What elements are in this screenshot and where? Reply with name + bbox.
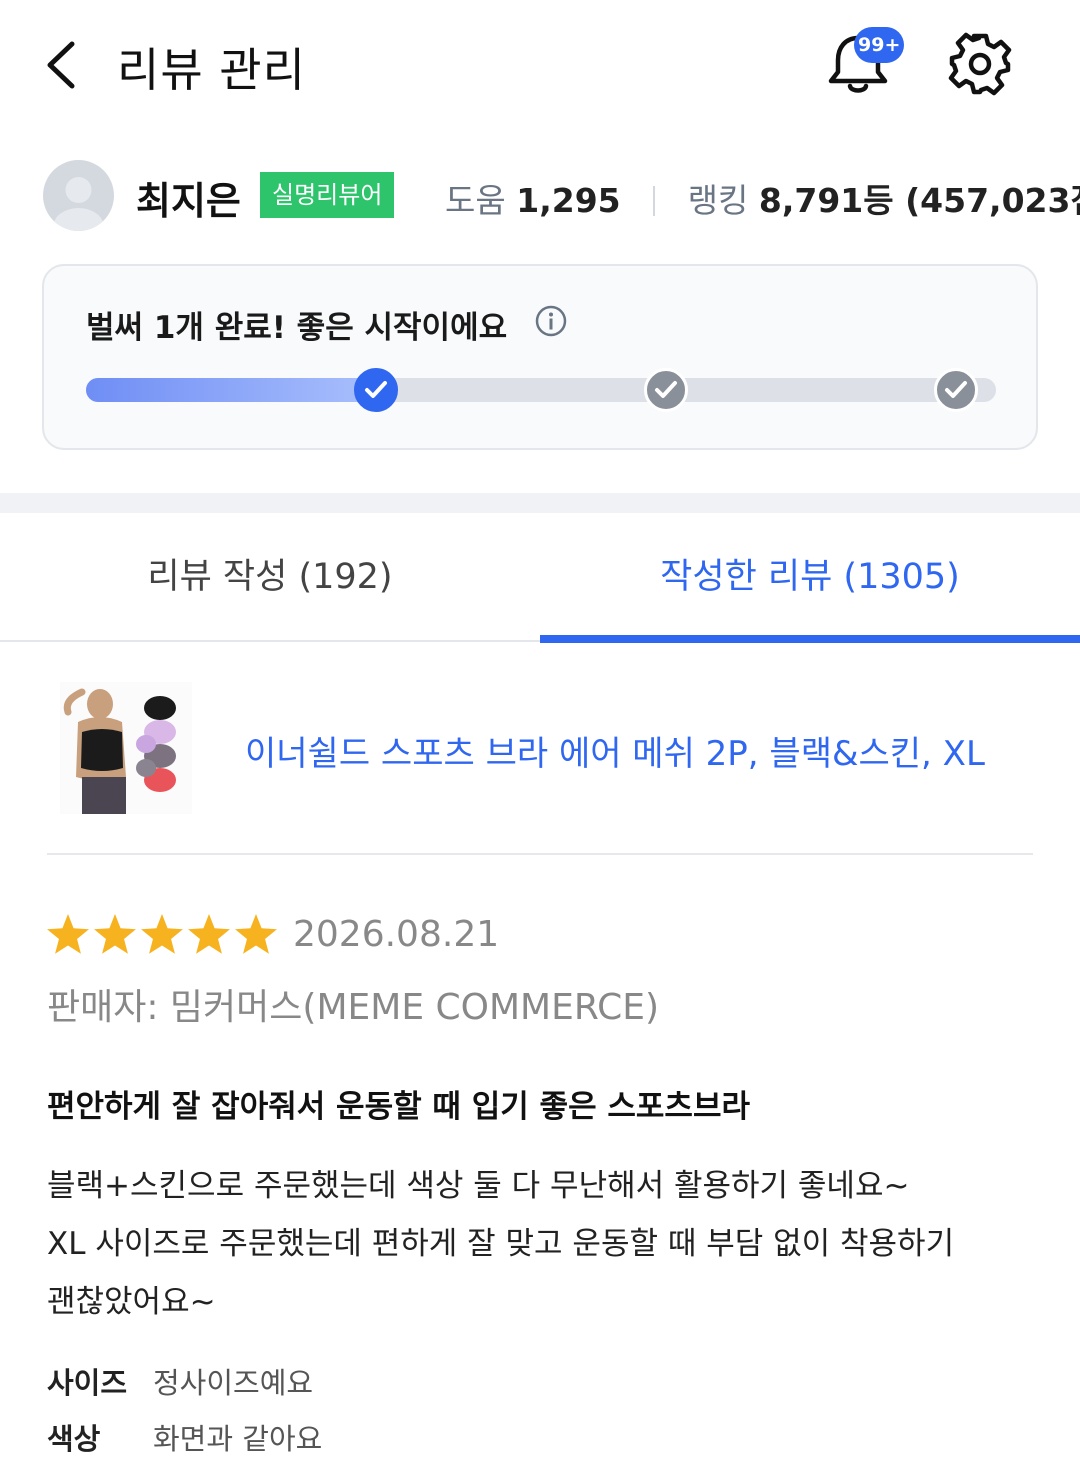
review-date: 2026.08.21 xyxy=(293,914,500,955)
review-product[interactable]: 이너쉴드 스포츠 브라 에어 메쉬 2P, 블랙&스킨, XL xyxy=(0,670,1080,855)
ranking-value: 8,791등 (457,023점) xyxy=(758,181,1080,220)
attribute-key: 사이즈 xyxy=(47,1366,128,1400)
product-image[interactable] xyxy=(60,682,192,814)
progress-fill xyxy=(86,378,376,402)
progress-step-1 xyxy=(354,368,398,412)
help-label: 도움 xyxy=(445,181,506,220)
review-tabs: 리뷰 작성 (192) 작성한 리뷰 (1305) xyxy=(0,513,1080,643)
review-headline: 편안하게 잘 잡아줘서 운동할 때 입기 좋은 스포츠브라 xyxy=(47,1089,750,1125)
star-rating xyxy=(47,914,277,954)
attribute-color: 색상 화면과 같아요 xyxy=(47,1416,322,1457)
help-count: 1,295 xyxy=(516,181,621,220)
user-silhouette-icon xyxy=(53,177,104,231)
star-icon xyxy=(47,914,89,954)
section-divider xyxy=(0,493,1080,513)
user-stats: 도움 1,295 랭킹 8,791등 (457,023점) xyxy=(445,174,1080,222)
app-header: 리뷰 관리 99+ xyxy=(0,0,1080,130)
check-icon xyxy=(655,381,677,398)
attribute-size: 사이즈 정사이즈예요 xyxy=(47,1360,313,1402)
page-title: 리뷰 관리 xyxy=(117,43,306,97)
progress-message: 벌써 1개 완료! 좋은 시작이에요 xyxy=(86,310,508,346)
avatar[interactable] xyxy=(43,160,114,231)
product-name-link[interactable]: 이너쉴드 스포츠 브라 에어 메쉬 2P, 블랙&스킨, XL xyxy=(245,726,985,775)
progress-step-3 xyxy=(934,368,978,412)
seller-name: 판매자: 밈커머스(MEME COMMERCE) xyxy=(47,987,660,1028)
review-body-line: 괜찮았어요~ xyxy=(47,1284,216,1320)
attribute-value: 화면과 같아요 xyxy=(153,1422,323,1456)
tab-written-reviews[interactable]: 작성한 리뷰 (1305) xyxy=(540,513,1080,643)
back-arrow-icon xyxy=(47,41,75,89)
user-name: 최지은 xyxy=(136,179,241,223)
settings-button[interactable] xyxy=(944,28,1016,100)
info-icon[interactable] xyxy=(534,304,568,338)
notification-badge: 99+ xyxy=(854,27,905,63)
review-progress-card: 벌써 1개 완료! 좋은 시작이에요 xyxy=(42,264,1038,450)
product-divider xyxy=(47,853,1033,855)
profile-summary: 최지은 실명리뷰어 도움 1,295 랭킹 8,791등 (457,023점) xyxy=(0,150,1080,240)
verified-reviewer-badge: 실명리뷰어 xyxy=(260,172,395,218)
gear-icon xyxy=(948,32,1012,96)
check-icon xyxy=(945,381,967,398)
review-body-line: 블랙+스킨으로 주문했는데 색상 둘 다 무난해서 활용하기 좋네요~ xyxy=(47,1168,910,1204)
attribute-key: 색상 xyxy=(47,1422,101,1456)
review-body-line: XL 사이즈로 주문했는데 편하게 잘 맞고 운동할 때 부담 없이 착용하기 xyxy=(47,1226,955,1262)
star-icon xyxy=(235,914,277,954)
stats-divider xyxy=(653,186,656,216)
progress-track xyxy=(86,368,996,412)
review-body: 블랙+스킨으로 주문했는데 색상 둘 다 무난해서 활용하기 좋네요~ XL 사… xyxy=(47,1157,1037,1331)
tab-write-review[interactable]: 리뷰 작성 (192) xyxy=(0,513,540,640)
ranking-label: 랭킹 xyxy=(687,181,749,220)
star-icon xyxy=(141,914,183,954)
star-icon xyxy=(94,914,136,954)
check-icon xyxy=(365,381,387,398)
attribute-value: 정사이즈예요 xyxy=(153,1366,314,1400)
back-button[interactable] xyxy=(40,38,90,92)
star-icon xyxy=(188,914,230,954)
progress-step-2 xyxy=(644,368,688,412)
